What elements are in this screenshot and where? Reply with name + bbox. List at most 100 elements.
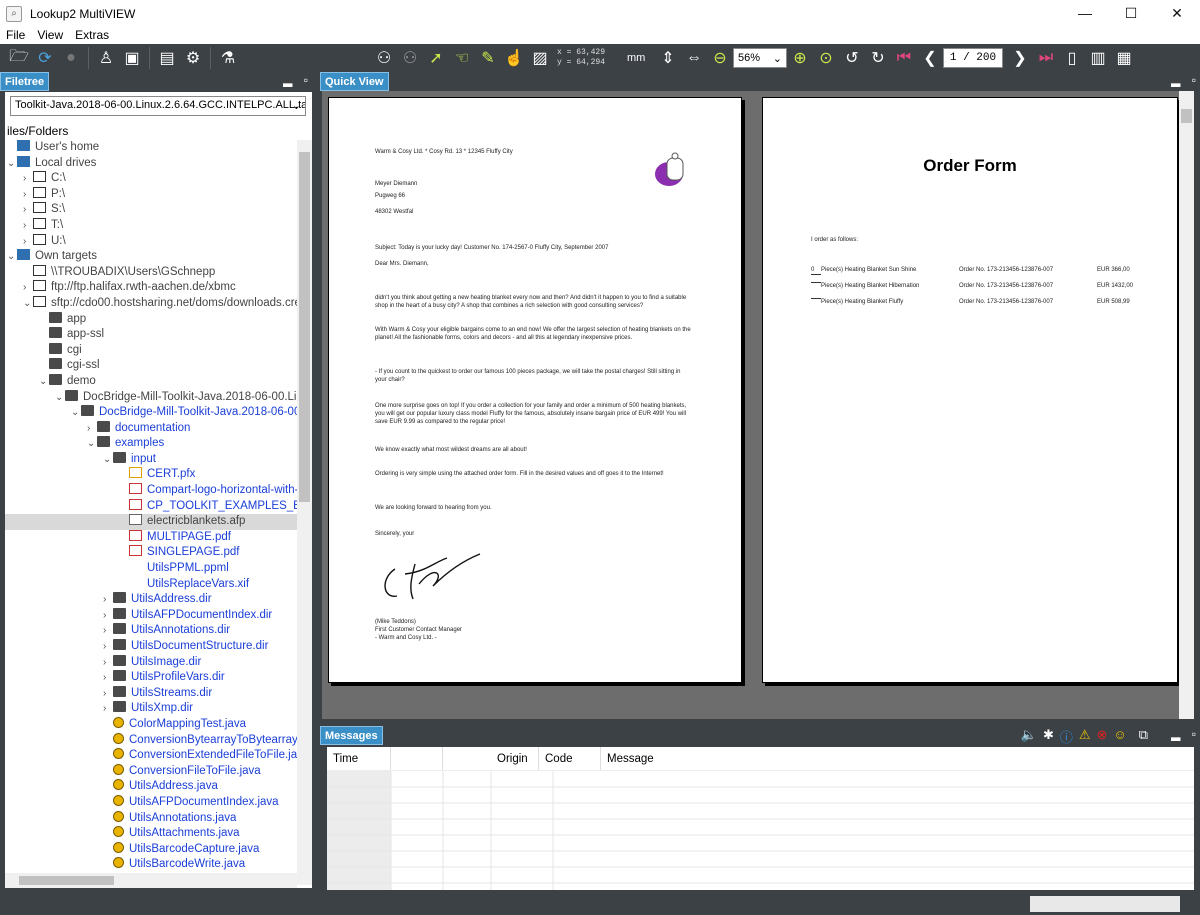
chevron-right-icon[interactable]: › bbox=[23, 171, 33, 187]
tree-item[interactable]: ConversionExtendedFileToFile.java bbox=[5, 748, 297, 764]
chevron-down-icon[interactable]: ⌄ bbox=[55, 390, 65, 406]
zoom-out-icon[interactable]: ⊖ bbox=[707, 46, 733, 70]
tree-horizontal-scrollbar[interactable] bbox=[5, 873, 297, 888]
tree-item[interactable]: UtilsBarcodeCapture.java bbox=[5, 841, 297, 858]
tree-item[interactable]: User's home bbox=[5, 140, 297, 156]
tree-item[interactable]: › UtilsAFPDocumentIndex.dir bbox=[5, 607, 297, 624]
maximize-button[interactable]: ☐ bbox=[1108, 0, 1154, 27]
tree-item[interactable]: ConversionFileToFile.java bbox=[5, 763, 297, 780]
maximize-panel-icon[interactable]: ▫ bbox=[1192, 73, 1196, 87]
chevron-right-icon[interactable]: › bbox=[23, 218, 33, 234]
hand-icon[interactable]: ☜ bbox=[449, 46, 475, 70]
document-viewer[interactable]: Warm & Cosy Ltd. * Cosy Rd. 13 * 12345 F… bbox=[322, 91, 1194, 719]
touch-icon[interactable]: ☝ bbox=[501, 46, 527, 70]
tab-messages[interactable]: Messages bbox=[320, 726, 383, 745]
tree-item[interactable]: › UtilsStreams.dir bbox=[5, 685, 297, 702]
tree-item[interactable]: › C:\ bbox=[5, 171, 297, 187]
tree-item[interactable]: cgi-ssl bbox=[5, 358, 297, 374]
viewer-vertical-scrollbar[interactable] bbox=[1179, 91, 1194, 719]
sound-icon[interactable]: 🔈 bbox=[1021, 727, 1037, 746]
tree-item[interactable]: UtilsAttachments.java bbox=[5, 826, 297, 842]
tree-item[interactable]: › UtilsXmp.dir bbox=[5, 701, 297, 717]
chevron-right-icon[interactable]: › bbox=[23, 187, 33, 203]
warning-icon[interactable]: ⚠ bbox=[1079, 727, 1091, 746]
chevron-down-icon[interactable]: ⌄ bbox=[39, 374, 49, 390]
tree-item[interactable]: ⌄ examples bbox=[5, 436, 297, 452]
emoji-icon[interactable]: ☺ bbox=[1113, 727, 1126, 746]
tree-item[interactable]: › P:\ bbox=[5, 186, 297, 203]
tree-item[interactable]: app-ssl bbox=[5, 327, 297, 343]
tree-item[interactable]: ⌄ DocBridge-Mill-Toolkit-Java.2018-06-00.… bbox=[5, 405, 297, 421]
chevron-right-icon[interactable]: › bbox=[103, 639, 113, 655]
tree-item[interactable]: › U:\ bbox=[5, 233, 297, 250]
document-icon[interactable]: ▣ bbox=[119, 46, 145, 70]
chevron-right-icon[interactable]: › bbox=[23, 234, 33, 250]
pen-icon[interactable]: ✎ bbox=[475, 46, 501, 70]
next-page-icon[interactable]: ❯ bbox=[1007, 46, 1033, 70]
error-icon[interactable]: ⊗ bbox=[1097, 727, 1108, 746]
tree-item[interactable]: UtilsAddress.java bbox=[5, 779, 297, 795]
tree-item[interactable]: › UtilsDocumentStructure.dir bbox=[5, 639, 297, 655]
chevron-right-icon[interactable]: › bbox=[103, 592, 113, 608]
tree-item[interactable]: \\TROUBADIX\Users\GSchnepp bbox=[5, 264, 297, 281]
tree-item[interactable]: › UtilsAddress.dir bbox=[5, 592, 297, 608]
column-header-time[interactable]: Time bbox=[327, 747, 391, 770]
chevron-down-icon[interactable]: ⌄ bbox=[23, 296, 33, 312]
chevron-right-icon[interactable]: › bbox=[103, 608, 113, 624]
last-page-icon[interactable]: ⏭ bbox=[1033, 46, 1059, 70]
tree-item[interactable]: › T:\ bbox=[5, 217, 297, 234]
tree-item[interactable]: app bbox=[5, 311, 297, 328]
chevron-down-icon[interactable]: ⌄ bbox=[103, 452, 113, 468]
menu-extras[interactable]: Extras bbox=[69, 27, 115, 44]
tree-item[interactable]: › S:\ bbox=[5, 202, 297, 218]
unit-label[interactable]: mm bbox=[627, 52, 655, 64]
bug-icon[interactable]: ✱ bbox=[1043, 727, 1054, 746]
tree-item[interactable]: UtilsAnnotations.java bbox=[5, 810, 297, 827]
chevron-down-icon[interactable]: ⌄ bbox=[7, 156, 17, 172]
zoom-fit-icon[interactable]: ⊙ bbox=[813, 46, 839, 70]
tree-item[interactable]: › UtilsImage.dir bbox=[5, 654, 297, 671]
tree-item[interactable]: ⌄ Local drives bbox=[5, 155, 297, 172]
chevron-down-icon[interactable]: ⌄ bbox=[7, 249, 17, 265]
microscope-icon[interactable]: ⚗ bbox=[215, 46, 241, 70]
tab-quick-view[interactable]: Quick View bbox=[320, 72, 389, 91]
chevron-right-icon[interactable]: › bbox=[23, 202, 33, 218]
info-icon[interactable]: ⓘ bbox=[1060, 727, 1073, 746]
binoculars-alt-icon[interactable]: ⚇ bbox=[397, 46, 423, 70]
previous-page-icon[interactable]: ❮ bbox=[917, 46, 943, 70]
minimize-button[interactable]: — bbox=[1062, 0, 1108, 27]
tree-vertical-scrollbar[interactable] bbox=[297, 140, 312, 885]
fit-width-icon[interactable]: ⇔ bbox=[681, 46, 707, 70]
settings-icon[interactable]: ⚙ bbox=[180, 46, 206, 70]
chevron-right-icon[interactable]: › bbox=[103, 670, 113, 686]
tree-item[interactable]: ⌄ input bbox=[5, 451, 297, 468]
grid-view-icon[interactable]: ▦ bbox=[1111, 46, 1137, 70]
chevron-down-icon[interactable]: ⌄ bbox=[87, 436, 97, 452]
tree-item[interactable]: UtilsBarcodeWrite.java bbox=[5, 857, 297, 870]
tree-item[interactable]: › UtilsProfileVars.dir bbox=[5, 670, 297, 686]
single-page-icon[interactable]: ▯ bbox=[1059, 46, 1085, 70]
close-button[interactable]: ✕ bbox=[1154, 0, 1200, 27]
rotate-right-icon[interactable]: ↻ bbox=[865, 46, 891, 70]
tree-item[interactable]: › ftp://ftp.halifax.rwth-aachen.de/xbmc bbox=[5, 280, 297, 296]
rotate-left-icon[interactable]: ↺ bbox=[839, 46, 865, 70]
tree-item[interactable]: › documentation bbox=[5, 420, 297, 437]
tree-item[interactable]: MULTIPAGE.pdf bbox=[5, 529, 297, 546]
chevron-right-icon[interactable]: › bbox=[87, 421, 97, 437]
tree-item[interactable]: › UtilsAnnotations.dir bbox=[5, 623, 297, 639]
page-indicator[interactable]: 1 / 200 bbox=[943, 48, 1003, 68]
fit-height-icon[interactable]: ⇕ bbox=[655, 46, 681, 70]
user-icon[interactable]: ♙ bbox=[93, 46, 119, 70]
open-folder-icon[interactable]: 🗁 bbox=[6, 46, 32, 70]
tree-item[interactable]: ConversionBytearrayToBytearray.jav bbox=[5, 732, 297, 749]
minimize-panel-icon[interactable]: ▂ bbox=[1171, 73, 1180, 87]
pointer-icon[interactable]: ➚ bbox=[423, 46, 449, 70]
tree-item[interactable]: Compart-logo-horizontal-with- bbox=[5, 483, 297, 499]
binoculars-icon[interactable]: ⚇ bbox=[371, 46, 397, 70]
list-icon[interactable]: ▤ bbox=[154, 46, 180, 70]
zoom-select[interactable]: 56% ⌄ bbox=[733, 48, 787, 68]
tree-item[interactable]: electricblankets.afp bbox=[5, 514, 297, 530]
tree-item[interactable]: CP_TOOLKIT_EXAMPLES_EN.pd bbox=[5, 498, 297, 515]
chevron-right-icon[interactable]: › bbox=[103, 701, 113, 717]
first-page-icon[interactable]: ⏮ bbox=[891, 46, 917, 70]
